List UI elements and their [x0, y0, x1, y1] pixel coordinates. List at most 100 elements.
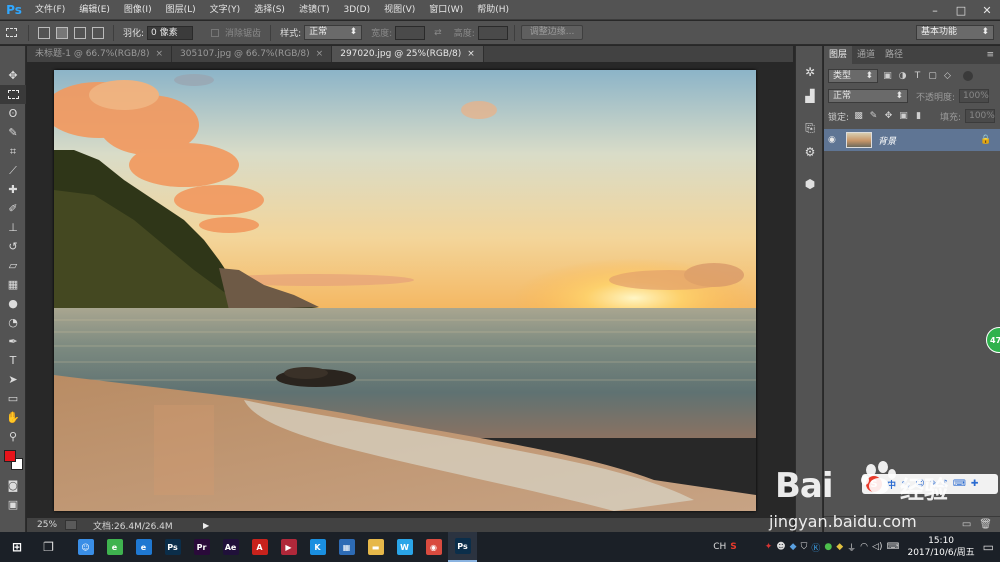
layer-name[interactable]: 背景	[878, 134, 974, 147]
type-tool-icon[interactable]: T	[0, 351, 26, 370]
shape-filter-icon[interactable]: ▢	[927, 71, 938, 82]
keyboard-icon[interactable]: ⌨	[886, 542, 899, 552]
hand-tool-icon[interactable]: ✋	[0, 408, 26, 427]
lock-paint-icon[interactable]: ✎	[868, 111, 879, 122]
notify-tray-icon[interactable]: ◆	[836, 542, 843, 552]
marquee-preset-icon[interactable]	[0, 28, 22, 37]
fill-input[interactable]: 100%	[965, 109, 996, 123]
eye-icon[interactable]: ◉	[828, 135, 840, 145]
shield-icon[interactable]: ⛉	[801, 542, 808, 552]
smart-filter-icon[interactable]: ◇	[942, 71, 953, 82]
quick-select-tool-icon[interactable]: ✎	[0, 123, 26, 142]
tab-297020[interactable]: 297020.jpg @ 25%(RGB/8) ×	[332, 46, 484, 62]
filter-select[interactable]: 类型 ⬍	[828, 69, 878, 83]
menu-type[interactable]: 文字(Y)	[203, 0, 248, 20]
blur-tool-icon[interactable]: ●	[0, 294, 26, 313]
taskbar-finder-app[interactable]: ☺	[71, 532, 100, 562]
taskbar-photoshop[interactable]: Ps	[158, 532, 187, 562]
feather-input[interactable]: 0 像素	[147, 25, 194, 40]
brush-tool-icon[interactable]: ✐	[0, 199, 26, 218]
add-selection-icon[interactable]	[56, 26, 68, 39]
menu-select[interactable]: 选择(S)	[247, 0, 292, 20]
blend-mode-select[interactable]: 正常 ⬍	[828, 89, 908, 103]
user-tray-icon[interactable]: ☻	[776, 542, 785, 552]
ime-lang[interactable]: CH	[713, 542, 726, 552]
tab-paths[interactable]: 路径	[880, 46, 908, 64]
menu-window[interactable]: 窗口(W)	[422, 0, 470, 20]
shape-tool-icon[interactable]: ▭	[0, 389, 26, 408]
wechat-tray-icon[interactable]: ●	[824, 542, 832, 552]
menu-layer[interactable]: 图层(L)	[159, 0, 203, 20]
layer-row[interactable]: ◉ 背景 🔒	[824, 129, 1000, 151]
close-icon[interactable]: ×	[316, 46, 324, 62]
eyedropper-tool-icon[interactable]: ⟋	[0, 161, 26, 180]
height-input[interactable]	[477, 25, 508, 40]
taskbar-media-player[interactable]: ▶	[274, 532, 303, 562]
taskbar-calculator[interactable]: ▦	[332, 532, 361, 562]
stamp-tool-icon[interactable]: ⊥	[0, 218, 26, 237]
close-button[interactable]: ✕	[974, 0, 1000, 20]
foreground-color-swatch[interactable]	[4, 450, 16, 462]
healing-tool-icon[interactable]: ✚	[0, 180, 26, 199]
history-icon[interactable]: ⎘	[796, 116, 824, 140]
width-input[interactable]	[395, 25, 426, 40]
history-brush-tool-icon[interactable]: ↺	[0, 237, 26, 256]
menu-help[interactable]: 帮助(H)	[470, 0, 516, 20]
lock-all-icon[interactable]: ▮	[913, 111, 924, 122]
taskbar-acrobat[interactable]: A	[245, 532, 274, 562]
security-tray-icon[interactable]: ◆	[790, 542, 797, 552]
menu-3d[interactable]: 3D(D)	[336, 0, 377, 20]
menu-view[interactable]: 视图(V)	[377, 0, 422, 20]
move-tool-icon[interactable]: ✥	[0, 66, 26, 85]
minimize-button[interactable]: –	[922, 0, 948, 20]
pen-tool-icon[interactable]: ✒	[0, 332, 26, 351]
new-selection-icon[interactable]	[38, 26, 50, 39]
tab-305107[interactable]: 305107.jpg @ 66.7%(RGB/8) ×	[172, 46, 333, 62]
action-center-icon[interactable]: ▭	[983, 540, 994, 554]
opacity-input[interactable]: 100%	[959, 89, 990, 103]
adjust-filter-icon[interactable]: ◑	[897, 71, 908, 82]
taskbar-kugou[interactable]: K	[303, 532, 332, 562]
zoom-readout[interactable]: 25%	[27, 520, 65, 530]
pixel-filter-icon[interactable]: ▣	[882, 71, 893, 82]
lock-pixels-icon[interactable]: ▩	[853, 111, 864, 122]
tab-channels[interactable]: 通道	[852, 46, 880, 64]
tab-untitled-1[interactable]: 未标题-1 @ 66.7%(RGB/8) ×	[27, 46, 173, 62]
taskbar-after-effects[interactable]: Ae	[216, 532, 245, 562]
lock-artboard-icon[interactable]: ▣	[898, 111, 909, 122]
taskbar-internet-explorer[interactable]: e	[129, 532, 158, 562]
path-select-tool-icon[interactable]: ➤	[0, 370, 26, 389]
subtract-selection-icon[interactable]	[74, 26, 86, 39]
crop-tool-icon[interactable]: ⌗	[0, 142, 26, 161]
taskbar-file-explorer[interactable]: ▬	[361, 532, 390, 562]
gradient-tool-icon[interactable]: ▦	[0, 275, 26, 294]
marquee-tool-icon[interactable]	[0, 85, 26, 104]
panel-menu-icon[interactable]: ≡	[986, 50, 994, 60]
dodge-tool-icon[interactable]: ◔	[0, 313, 26, 332]
style-select[interactable]: 正常 ⬍	[304, 25, 363, 40]
3d-icon[interactable]: ⬢	[796, 172, 824, 196]
clock[interactable]: 15:10 2017/10/6/周五	[903, 535, 978, 559]
lock-move-icon[interactable]: ✥	[883, 111, 894, 122]
game-tray-icon[interactable]: ✦	[765, 542, 773, 552]
swap-icon[interactable]: ⇄	[431, 28, 445, 38]
intersect-selection-icon[interactable]	[92, 26, 104, 39]
volume-icon[interactable]: ◁)	[872, 542, 882, 552]
maximize-button[interactable]: □	[948, 0, 974, 20]
workspace-select[interactable]: 基本功能 ⬍	[916, 25, 994, 40]
kugou-tray-icon[interactable]: Ⓚ	[811, 541, 820, 554]
close-icon[interactable]: ×	[467, 46, 475, 62]
taskbar-premiere[interactable]: Pr	[187, 532, 216, 562]
screen-mode-icon[interactable]: ▣	[0, 495, 26, 514]
doc-info-icon[interactable]	[65, 520, 77, 530]
refine-edge-button[interactable]: 调整边缘...	[520, 25, 584, 40]
taskbar-start[interactable]: ⊞	[0, 532, 34, 562]
filter-toggle[interactable]	[963, 71, 973, 81]
play-icon[interactable]: ▶	[203, 521, 209, 530]
menu-filter[interactable]: 滤镜(T)	[292, 0, 337, 20]
document-image[interactable]	[54, 70, 756, 511]
properties-icon[interactable]: ⚙	[796, 140, 824, 164]
wifi-icon[interactable]: ◠	[860, 542, 868, 552]
close-icon[interactable]: ×	[155, 46, 163, 62]
taskbar-task-view[interactable]: ❐	[34, 532, 63, 562]
